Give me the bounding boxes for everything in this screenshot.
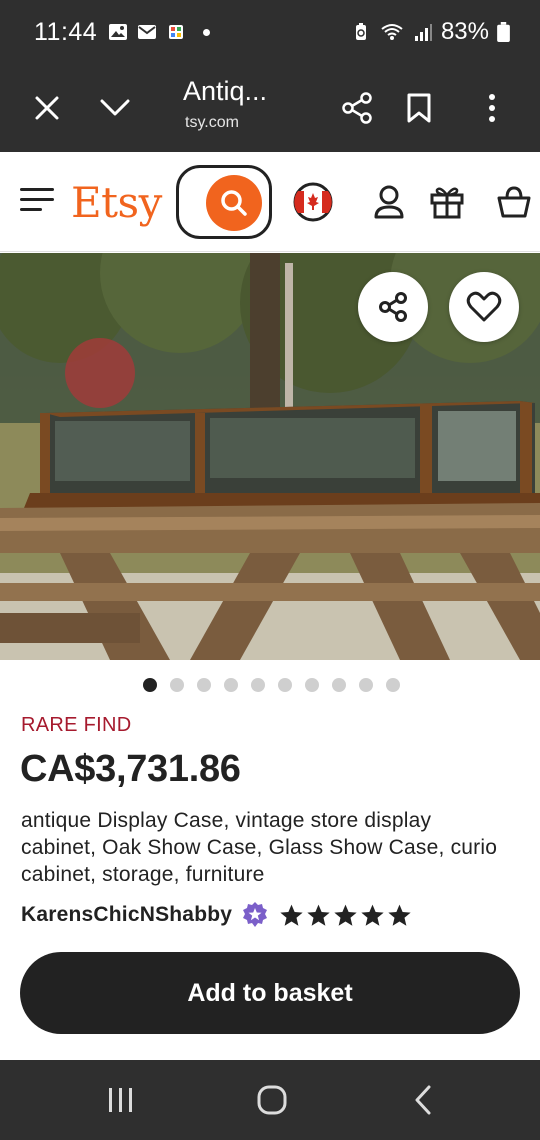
- search-circle: [206, 175, 262, 231]
- signal-icon: [414, 24, 432, 41]
- share-icon: [379, 292, 407, 322]
- star-icon: [307, 904, 330, 926]
- home-button[interactable]: [247, 1078, 297, 1122]
- menu-icon[interactable]: [20, 188, 54, 218]
- more-button[interactable]: [468, 84, 516, 132]
- search-icon: [221, 190, 247, 216]
- notification-dot: [203, 28, 210, 36]
- shop-name[interactable]: KarensChicNShabby: [21, 903, 232, 927]
- carousel-dot[interactable]: [170, 678, 184, 692]
- recents-icon: [109, 1088, 132, 1112]
- star-icon: [334, 904, 357, 926]
- carousel-dot[interactable]: [359, 678, 373, 692]
- image-icon: [109, 24, 127, 40]
- carousel-dot[interactable]: [305, 678, 319, 692]
- star-seller-badge-icon: [243, 902, 268, 927]
- browser-toolbar: Antiq... tsy.com: [0, 64, 540, 152]
- share-icon: [342, 92, 372, 124]
- gift-icon: [430, 187, 464, 219]
- favorite-button[interactable]: [449, 272, 519, 342]
- star-icon: [361, 904, 384, 926]
- share-button[interactable]: [333, 84, 381, 132]
- rating-stars: [279, 903, 412, 928]
- more-vert-icon: [489, 94, 495, 122]
- status-time: 11:44: [34, 18, 98, 46]
- app-icon: [169, 25, 183, 39]
- share-listing-button[interactable]: [358, 272, 428, 342]
- carousel-dot[interactable]: [278, 678, 292, 692]
- listing-title: antique Display Case, vintage store disp…: [21, 809, 498, 886]
- star-icon: [280, 904, 303, 926]
- bookmark-icon: [407, 93, 431, 123]
- add-to-basket-button[interactable]: Add to basket: [20, 952, 520, 1034]
- system-navigation-bar: [0, 1060, 540, 1140]
- carousel-dot[interactable]: [251, 678, 265, 692]
- carousel-dot[interactable]: [386, 678, 400, 692]
- carousel-dot[interactable]: [197, 678, 211, 692]
- account-icon: [374, 185, 404, 219]
- recents-button[interactable]: [96, 1078, 146, 1122]
- star-icon: [388, 904, 411, 926]
- gift-button[interactable]: [427, 182, 467, 222]
- canada-flag-icon: [293, 182, 333, 222]
- status-system: 83%: [351, 18, 510, 46]
- carousel-dots: [143, 678, 400, 692]
- heart-icon: [466, 291, 502, 322]
- price: CA$3,731.86: [20, 748, 241, 790]
- mail-icon: [138, 25, 156, 39]
- wifi-icon: [381, 24, 403, 40]
- battery-saver-icon: [355, 23, 366, 40]
- account-button[interactable]: [369, 182, 409, 222]
- chevron-down-icon: [100, 99, 130, 116]
- page-url: tsy.com: [185, 114, 239, 131]
- page-title: Antiq...: [183, 76, 268, 106]
- basket-icon: [497, 186, 531, 218]
- search-button[interactable]: [176, 165, 272, 239]
- close-icon: [35, 96, 59, 120]
- carousel-dot[interactable]: [224, 678, 238, 692]
- region-button[interactable]: [293, 182, 333, 222]
- basket-button[interactable]: [494, 182, 534, 222]
- shop-row: KarensChicNShabby: [21, 901, 412, 929]
- back-button[interactable]: [398, 1078, 448, 1122]
- close-button[interactable]: [23, 84, 71, 132]
- site-header: Etsy: [0, 152, 540, 252]
- back-icon: [415, 1085, 431, 1115]
- home-icon: [257, 1085, 287, 1115]
- battery-percent: 83%: [440, 18, 489, 45]
- bookmark-button[interactable]: [395, 84, 443, 132]
- carousel-dot[interactable]: [143, 678, 157, 692]
- minimize-button[interactable]: [91, 84, 139, 132]
- status-notifications: [108, 22, 210, 42]
- battery-icon: [497, 22, 510, 42]
- rare-find-badge: RARE FIND: [21, 714, 132, 736]
- etsy-logo[interactable]: Etsy: [71, 178, 162, 227]
- status-bar: 11:44 83%: [0, 0, 540, 64]
- carousel-dot[interactable]: [332, 678, 346, 692]
